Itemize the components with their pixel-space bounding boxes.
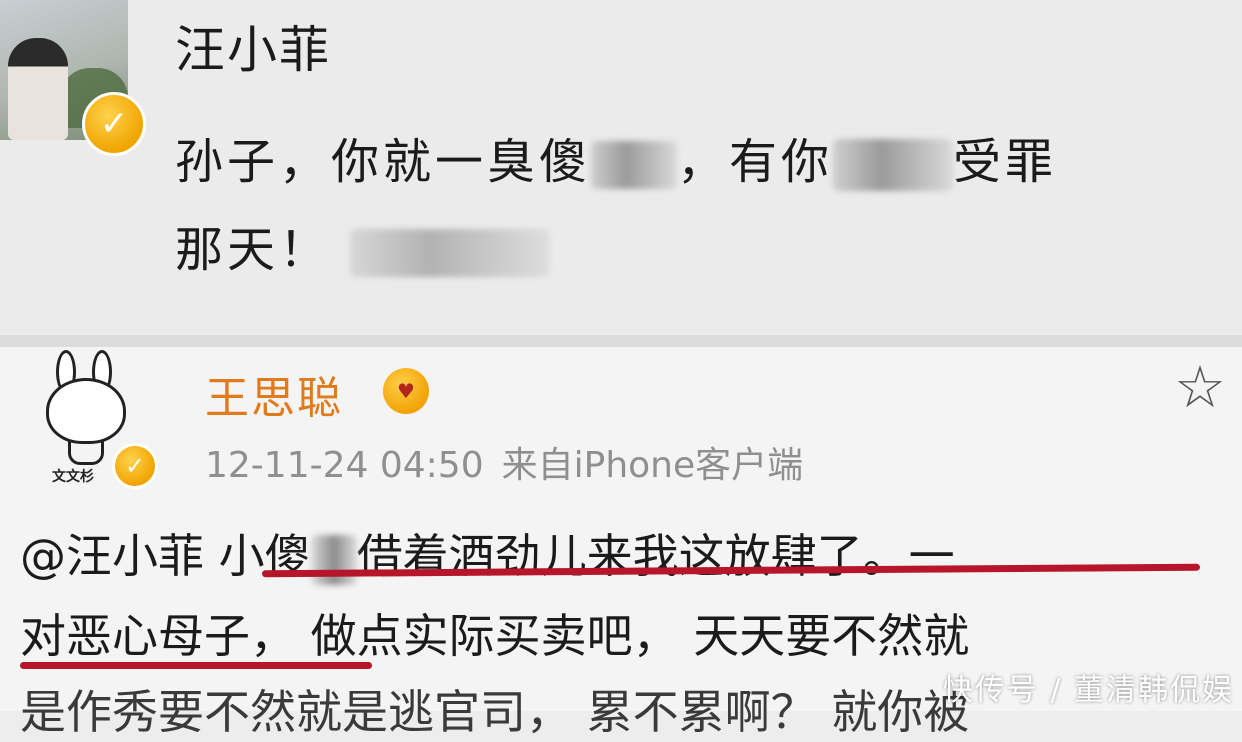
- censor-blur: [310, 534, 357, 585]
- timestamp: 12-11-24 04:50: [205, 445, 484, 486]
- post-text-part: 受罪: [953, 134, 1058, 190]
- author-name[interactable]: 汪小菲: [175, 10, 331, 82]
- post-text-part: 孙子，你就一臭傻: [175, 134, 592, 190]
- client-source: 来自iPhone客户端: [501, 445, 804, 486]
- censor-blur: [591, 141, 678, 189]
- post-text-part: 那天！: [175, 222, 332, 278]
- post-1-card: ✓ 汪小菲 孙子，你就一臭傻 ，有你 受罪 那天！: [0, 0, 1242, 335]
- comment-part: 对恶心母子， 做点实际买卖吧， 天天要不然就: [20, 609, 970, 663]
- red-underline: [20, 662, 372, 669]
- emoji-icon: ♥: [383, 368, 429, 414]
- bunny-head: [46, 378, 126, 444]
- bunny-body: [68, 440, 104, 465]
- author-name[interactable]: 王思聪: [205, 362, 343, 426]
- avatar-photo: [8, 38, 68, 140]
- censor-blur: [833, 139, 954, 191]
- watermark: 快传号 / 董清韩侃娱: [942, 673, 1234, 708]
- comment-cutoff-line: 是作秀要不然就是逃官司， 累不累啊？ 就你被: [20, 685, 970, 739]
- post-text-part: ，有你: [677, 134, 834, 190]
- verified-badge-icon: ✓: [112, 443, 158, 489]
- censor-blur: [350, 229, 551, 277]
- comment-text: @汪小菲 小傻 借着酒劲儿来我这放肆了。一 对恶心母子， 做点实际买卖吧， 天天要…: [20, 516, 969, 676]
- star-icon[interactable]: ☆: [1174, 358, 1226, 416]
- divider: [0, 335, 1242, 347]
- post-text: 孙子，你就一臭傻 ，有你 受罪 那天！: [175, 118, 1057, 294]
- avatar-label: 文文杉: [52, 469, 94, 485]
- verified-badge-icon: ✓: [82, 92, 146, 156]
- mention-link[interactable]: @汪小菲: [20, 529, 204, 583]
- post-meta: 12-11-24 04:50 来自iPhone客户端: [205, 436, 803, 488]
